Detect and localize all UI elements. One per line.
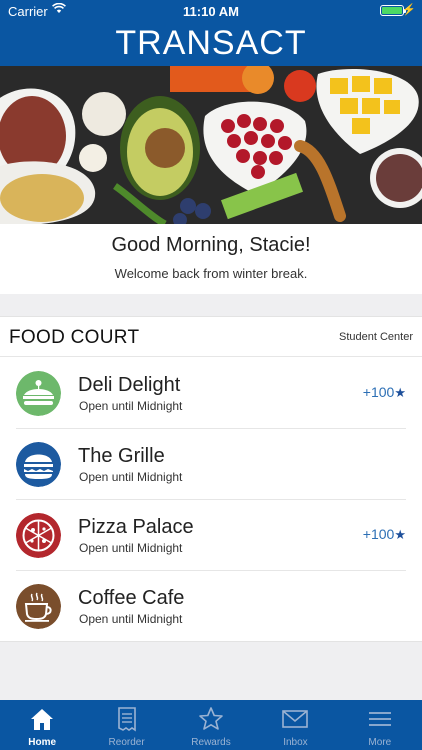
- app-header: Carrier 11:10 AM ⚡ TRANSACT: [0, 0, 422, 66]
- restaurant-pizza-palace[interactable]: Pizza Palace Open until Midnight +100★: [0, 500, 422, 571]
- restaurant-name: Deli Delight: [78, 374, 181, 396]
- clock: 11:10 AM: [183, 4, 239, 19]
- battery-icon: [380, 5, 406, 16]
- restaurant-name: Coffee Cafe: [78, 587, 185, 609]
- greeting-subtitle: Welcome back from winter break.: [114, 266, 308, 281]
- tab-label: Home: [28, 737, 57, 748]
- hero-food-image: [0, 66, 422, 224]
- reward-points: +100★: [363, 526, 406, 543]
- greeting-card: Good Morning, Stacie! Welcome back from …: [0, 224, 422, 294]
- envelope-icon: [282, 710, 309, 728]
- restaurant-name: Pizza Palace: [78, 516, 194, 538]
- coffee-cup-icon: [16, 584, 61, 629]
- tab-home[interactable]: Home: [0, 700, 84, 750]
- star-icon: ★: [394, 385, 406, 400]
- food-court-section: FOOD COURT Student Center Deli Delight O…: [0, 316, 422, 642]
- status-bar: Carrier 11:10 AM ⚡: [0, 0, 422, 22]
- tab-label: Inbox: [283, 737, 308, 748]
- restaurant-hours: Open until Midnight: [79, 541, 183, 555]
- food-court-title: FOOD COURT: [9, 327, 140, 348]
- tab-inbox[interactable]: Inbox: [253, 700, 337, 750]
- restaurant-hours: Open until Midnight: [79, 399, 183, 413]
- restaurant-name: The Grille: [78, 445, 165, 467]
- tab-label: More: [368, 737, 392, 748]
- food-court-location[interactable]: Student Center: [339, 331, 413, 343]
- reward-points-value: +100: [362, 526, 395, 542]
- greeting-title: Good Morning, Stacie!: [111, 234, 311, 256]
- restaurant-deli-delight[interactable]: Deli Delight Open until Midnight +100★: [0, 358, 422, 429]
- tab-bar: Home Reorder Rewards Inbox More: [0, 700, 422, 750]
- tab-label: Rewards: [191, 737, 231, 748]
- home-icon: [31, 709, 54, 730]
- food-court-header: FOOD COURT Student Center: [0, 317, 422, 357]
- tab-reorder[interactable]: Reorder: [84, 700, 168, 750]
- app-title: TRANSACT: [115, 24, 307, 62]
- restaurant-the-grille[interactable]: The Grille Open until Midnight: [0, 429, 422, 500]
- sandwich-icon: [16, 371, 61, 416]
- tab-rewards[interactable]: Rewards: [169, 700, 253, 750]
- burger-icon: [16, 442, 61, 487]
- restaurant-hours: Open until Midnight: [79, 612, 183, 626]
- restaurant-coffee-cafe[interactable]: Coffee Cafe Open until Midnight: [0, 571, 422, 642]
- menu-icon: [368, 712, 391, 726]
- star-icon: [199, 707, 223, 730]
- charging-icon: ⚡: [402, 4, 416, 16]
- tab-more[interactable]: More: [338, 700, 422, 750]
- restaurant-hours: Open until Midnight: [79, 470, 183, 484]
- tab-label: Reorder: [108, 737, 145, 748]
- pizza-icon: [16, 513, 61, 558]
- receipt-icon: [117, 707, 136, 732]
- reward-points-value: +100: [362, 384, 395, 400]
- star-icon: ★: [394, 527, 406, 542]
- reward-points: +100★: [363, 384, 406, 401]
